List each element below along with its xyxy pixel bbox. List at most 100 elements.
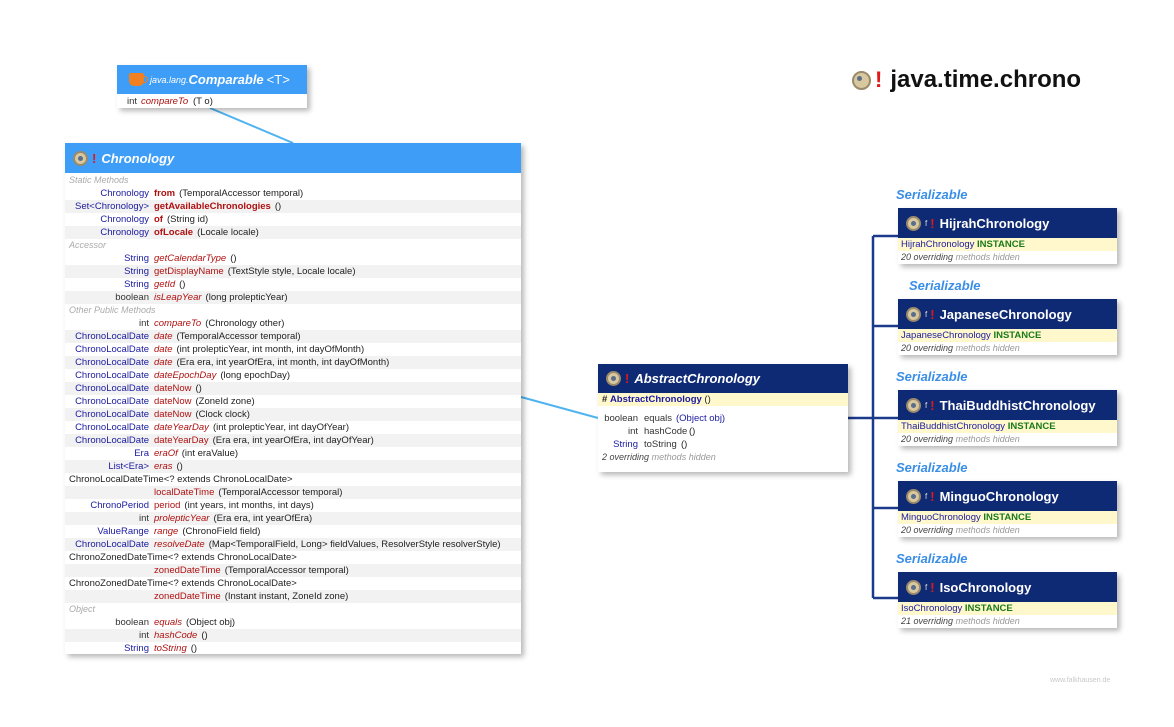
method-row: ChronoZonedDateTime<? extends ChronoLoca… [65, 551, 521, 564]
method-params: (TemporalAccessor temporal) [224, 565, 349, 576]
subclass-box[interactable]: f! IsoChronology IsoChronology INSTANCE 21 … [898, 572, 1117, 628]
method-row: ChronoLocalDate dateNow (ZoneId zone) [65, 395, 521, 408]
return-type: int [138, 513, 149, 524]
method-row: int compareTo (Chronology other) [65, 317, 521, 330]
return-type: String [124, 253, 149, 264]
field-name: INSTANCE [993, 330, 1042, 341]
method-signature: dateNow() [154, 382, 202, 395]
hidden-label: methods hidden [955, 616, 1020, 626]
return-type: ChronoLocalDate [75, 396, 149, 407]
constructor-row: # AbstractChronology () [598, 393, 848, 406]
method-signature: of (String id) [154, 213, 208, 226]
method-row: ValueRange range (ChronoField field) [65, 525, 521, 538]
chronology-title: Chronology [101, 150, 175, 166]
return-type [65, 564, 149, 577]
method-name: dateNow [154, 383, 192, 394]
subclass-box[interactable]: f! JapaneseChronology JapaneseChronology I… [898, 299, 1117, 355]
constructor-name: AbstractChronology [609, 394, 702, 405]
return-type: String [124, 643, 149, 654]
method-row: String getDisplayName (TextStyle style, Lo… [65, 265, 521, 278]
method-params: (TemporalAccessor temporal) [176, 331, 301, 342]
method-name: of [154, 214, 163, 225]
method-row: zonedDateTime (Instant instant, ZoneId zo… [65, 590, 521, 603]
subclass-header: f! MinguoChronology [898, 481, 1117, 511]
method-params: (TemporalAccessor temporal) [218, 487, 343, 498]
package-title: ! java.time.chrono [852, 66, 1081, 94]
method-name: equals [154, 617, 182, 628]
method-params: (Map<TemporalField, Long> fieldValues, R… [208, 539, 501, 550]
method-name: hashCode [154, 630, 198, 641]
final-marker: f [925, 582, 928, 592]
method-name: ofLocale [154, 227, 194, 238]
method-row: ChronoLocalDate dateEpochDay (long epochDa… [65, 369, 521, 382]
method-name: period [154, 500, 181, 511]
subclass-title: MinguoChronology [939, 488, 1059, 504]
return-type: ChronoLocalDate [75, 409, 149, 420]
section-label: Static Methods [69, 175, 129, 185]
comparable-header: java.lang. Comparable <T> [117, 65, 307, 94]
method-name: isLeapYear [154, 292, 202, 303]
method-row: int hashCode() [65, 629, 521, 642]
serializable-label: Serializable [896, 551, 968, 566]
method-params: (int prolepticYear, int month, int dayOf… [176, 344, 365, 355]
return-type: boolean [115, 292, 149, 303]
comparable-generic: <T> [266, 72, 290, 87]
return-type: ChronoLocalDate [75, 357, 149, 368]
method-signature: resolveDate (Map<TemporalField, Long> fie… [154, 538, 501, 551]
subclass-box[interactable]: f! HijrahChronology HijrahChronology INSTA… [898, 208, 1117, 264]
hidden-methods-note: 20 overriding methods hidden [898, 524, 1117, 537]
hidden-label: methods hidden [955, 343, 1020, 353]
serializable-label: Serializable [896, 369, 968, 384]
method-name: prolepticYear [154, 513, 210, 524]
method-signature: isLeapYear (long prolepticYear) [154, 291, 288, 304]
method-name: dateEpochDay [154, 370, 217, 381]
method-row: int prolepticYear (Era era, int yearOfEra) [65, 512, 521, 525]
method-name: getCalendarType [154, 253, 227, 264]
method-params: (String id) [166, 214, 209, 225]
return-type: ChronoLocalDate [75, 370, 149, 381]
method-name: getId [154, 279, 176, 290]
return-type: ChronoZonedDateTime<? extends ChronoLoca… [69, 552, 297, 563]
comparable-box[interactable]: java.lang. Comparable <T> int compareTo … [117, 65, 307, 108]
hidden-count: 2 overriding [602, 452, 650, 462]
abstract-header: ! AbstractChronology [598, 364, 848, 393]
public-marker: ! [930, 215, 935, 231]
method-row: Chronology ofLocale (Locale locale) [65, 226, 521, 239]
method-name: range [154, 526, 179, 537]
hidden-label: methods hidden [955, 434, 1020, 444]
method-signature: ofLocale (Locale locale) [154, 226, 259, 239]
public-marker: ! [930, 488, 935, 504]
method-signature: eraOf (int eraValue) [154, 447, 238, 460]
public-marker: ! [930, 579, 935, 595]
method-name: toString [644, 439, 677, 450]
return-type: ChronoLocalDate [75, 383, 149, 394]
chronology-box[interactable]: ! Chronology Static Methods Chronology fro… [65, 143, 521, 654]
method-name: from [154, 188, 176, 199]
public-marker: ! [625, 371, 630, 386]
method-signature: getAvailableChronologies() [154, 200, 281, 213]
subclass-box[interactable]: f! ThaiBuddhistChronology ThaiBuddhistChro… [898, 390, 1117, 446]
method-row: ChronoLocalDate dateNow() [65, 382, 521, 395]
method-signature: date (Era era, int yearOfEra, int month, … [154, 356, 389, 369]
field-row: IsoChronology INSTANCE [898, 602, 1117, 615]
method-type: int [126, 96, 137, 107]
abstract-chronology-box[interactable]: ! AbstractChronology # AbstractChronolog… [598, 364, 848, 472]
return-type: ChronoLocalDate [75, 435, 149, 446]
method-type: boolean [604, 413, 638, 424]
method-signature: dateNow (Clock clock) [154, 408, 250, 421]
return-type: ChronoLocalDateTime<? extends ChronoLoca… [69, 474, 293, 485]
subclass-header: f! IsoChronology [898, 572, 1117, 602]
section-label: Other Public Methods [69, 305, 156, 315]
subclass-box[interactable]: f! MinguoChronology MinguoChronology INSTA… [898, 481, 1117, 537]
method-row: zonedDateTime (TemporalAccessor temporal) [65, 564, 521, 577]
method-params: () [190, 643, 198, 654]
final-marker: f [925, 491, 928, 501]
class-icon [906, 397, 921, 413]
method-row: int hashCode () [598, 425, 848, 438]
method-signature: compareTo (Chronology other) [154, 317, 284, 330]
return-type: int [138, 318, 149, 329]
method-params: () [681, 439, 688, 450]
subclass-header: f! ThaiBuddhistChronology [898, 390, 1117, 420]
method-signature: dateYearDay (int prolepticYear, int dayOf… [154, 421, 349, 434]
return-type: ChronoLocalDate [75, 539, 149, 550]
